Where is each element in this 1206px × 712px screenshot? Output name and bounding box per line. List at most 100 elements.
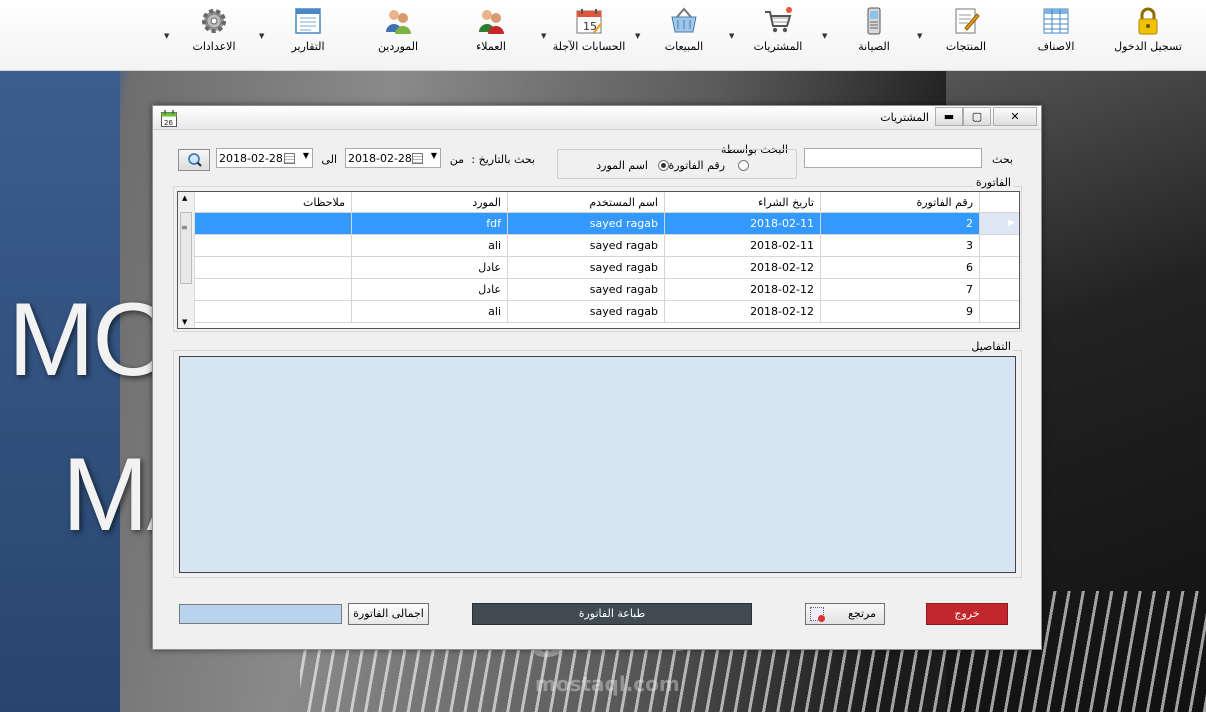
cell-date[interactable]: 2018-02-12 xyxy=(665,301,821,323)
date-search-label: بحث بالتاريخ : xyxy=(471,153,535,166)
current-row-pointer-icon: ▶ xyxy=(1008,218,1015,228)
minimize-button[interactable]: ▬ xyxy=(935,107,963,126)
chevron-down-icon[interactable]: ▼ xyxy=(917,32,922,40)
cell-notes[interactable] xyxy=(195,213,352,235)
cell-invoice-no[interactable]: 7 xyxy=(821,279,980,301)
ribbon-customers[interactable]: العملاء xyxy=(461,6,521,66)
to-date-picker[interactable]: 2018-02-28 ▼ xyxy=(216,148,313,168)
report-icon xyxy=(295,8,321,34)
ribbon-suppliers[interactable]: الموردين xyxy=(368,6,428,66)
suppliers-icon xyxy=(386,10,411,34)
cell-invoice-no[interactable]: 6 xyxy=(821,257,980,279)
table-row[interactable]: fdf sayed ragab 2018-02-11 2 ▶ xyxy=(195,213,1019,235)
chevron-down-icon[interactable]: ▼ xyxy=(822,32,827,40)
row-selector[interactable] xyxy=(980,257,1019,279)
table-row[interactable]: عادل sayed ragab 2018-02-12 7 xyxy=(195,279,1019,301)
search-label: بحث xyxy=(992,153,1013,166)
search-button[interactable] xyxy=(178,149,210,171)
grid-body: fdf sayed ragab 2018-02-11 2 ▶ ali sayed ragab… xyxy=(195,213,1019,323)
row-selector[interactable] xyxy=(980,235,1019,257)
column-header-purchase-date[interactable]: تاريخ الشراء xyxy=(665,192,821,213)
cell-user[interactable]: sayed ragab xyxy=(508,213,665,235)
cell-user[interactable]: sayed ragab xyxy=(508,301,665,323)
chevron-down-icon[interactable]: ▼ xyxy=(259,32,264,40)
cell-invoice-no[interactable]: 2 xyxy=(821,213,980,235)
return-button[interactable]: مرتجع xyxy=(805,603,885,625)
gear-icon xyxy=(202,9,226,33)
from-date-value: 2018-02-28 xyxy=(348,152,412,165)
radio-supplier-name[interactable] xyxy=(658,160,669,171)
maximize-button[interactable]: ▢ xyxy=(963,107,991,126)
ribbon-customers-label: العملاء xyxy=(476,40,506,53)
shopping-cart-icon xyxy=(765,7,792,33)
ribbon-reports[interactable]: التقارير xyxy=(278,6,338,66)
chevron-down-icon[interactable]: ▼ xyxy=(164,32,169,40)
print-invoice-button[interactable]: طباعة الفاتورة xyxy=(472,603,752,625)
cell-date[interactable]: 2018-02-11 xyxy=(665,235,821,257)
chevron-down-icon[interactable]: ▼ xyxy=(635,32,640,40)
basket-icon xyxy=(671,7,697,33)
chevron-down-icon[interactable]: ▼ xyxy=(729,32,734,40)
ribbon-login[interactable]: تسجيل الدخول xyxy=(1112,6,1184,66)
to-label: الى xyxy=(321,153,337,166)
cell-supplier[interactable]: عادل xyxy=(352,279,508,301)
ribbon-deferred-accounts-label: الحسابات الآجلة xyxy=(552,40,626,53)
chevron-down-icon[interactable]: ▼ xyxy=(541,32,546,40)
column-header-user[interactable]: اسم المستخدم xyxy=(508,192,665,213)
cell-supplier[interactable]: عادل xyxy=(352,257,508,279)
cell-notes[interactable] xyxy=(195,235,352,257)
cell-supplier[interactable]: fdf xyxy=(352,213,508,235)
cell-supplier[interactable]: ali xyxy=(352,235,508,257)
row-selector[interactable] xyxy=(980,301,1019,323)
mobile-phone-icon xyxy=(867,7,881,35)
invoice-total-button[interactable]: اجمالى الفاتورة xyxy=(348,603,429,625)
window-titlebar[interactable]: 26 المشتريات ▬ ▢ ✕ xyxy=(153,106,1041,130)
cell-invoice-no[interactable]: 3 xyxy=(821,235,980,257)
app-calendar-icon: 26 xyxy=(161,110,177,127)
row-selector[interactable]: ▶ xyxy=(980,213,1019,235)
search-input[interactable] xyxy=(804,148,982,168)
details-grid[interactable] xyxy=(179,356,1016,573)
window-title: المشتريات xyxy=(880,111,929,124)
ribbon-settings[interactable]: الاعدادات xyxy=(184,6,244,66)
scroll-up-icon[interactable]: ▲ xyxy=(182,194,187,202)
ribbon-products[interactable]: المنتجات xyxy=(936,6,996,66)
close-button[interactable]: ✕ xyxy=(993,107,1037,126)
chevron-down-icon[interactable]: ▼ xyxy=(303,151,309,160)
from-date-picker[interactable]: 2018-02-28 ▼ xyxy=(345,148,441,168)
ribbon-maintenance[interactable]: الصيانة xyxy=(844,6,904,66)
table-row[interactable]: ali sayed ragab 2018-02-12 9 xyxy=(195,301,1019,323)
cell-user[interactable]: sayed ragab xyxy=(508,279,665,301)
column-header-invoice-number[interactable]: رقم الفاتورة xyxy=(821,192,980,213)
chevron-down-icon[interactable]: ▼ xyxy=(431,151,437,160)
cell-notes[interactable] xyxy=(195,257,352,279)
table-row[interactable]: ali sayed ragab 2018-02-11 3 xyxy=(195,235,1019,257)
radio-supplier-name-label[interactable]: اسم المورد xyxy=(596,159,648,172)
cell-user[interactable]: sayed ragab xyxy=(508,257,665,279)
cell-date[interactable]: 2018-02-12 xyxy=(665,279,821,301)
grid-scrollbar[interactable]: ▲ ≡ ▼ xyxy=(178,192,195,328)
cell-supplier[interactable]: ali xyxy=(352,301,508,323)
ribbon-purchases[interactable]: المشتريات xyxy=(748,6,808,66)
purchases-window: 26 المشتريات ▬ ▢ ✕ بحث البحث بواسطة رقم … xyxy=(152,105,1042,650)
cell-date[interactable]: 2018-02-11 xyxy=(665,213,821,235)
cell-date[interactable]: 2018-02-12 xyxy=(665,257,821,279)
ribbon-categories[interactable]: الاصناف xyxy=(1026,6,1086,66)
radio-invoice-number-label[interactable]: رقم الفاتورة xyxy=(668,159,725,172)
ribbon-deferred-accounts[interactable]: 15 الحسابات الآجلة xyxy=(551,6,627,66)
row-selector[interactable] xyxy=(980,279,1019,301)
return-icon xyxy=(810,607,825,622)
ribbon-sales[interactable]: المبيعات xyxy=(654,6,714,66)
radio-invoice-number[interactable] xyxy=(738,160,749,171)
exit-button[interactable]: خروج xyxy=(926,603,1008,625)
ribbon-categories-label: الاصناف xyxy=(1037,40,1075,53)
column-header-supplier[interactable]: المورد xyxy=(352,192,508,213)
ribbon-login-label: تسجيل الدخول xyxy=(1114,40,1182,53)
column-header-notes[interactable]: ملاحظات xyxy=(195,192,352,213)
cell-notes[interactable] xyxy=(195,301,352,323)
table-row[interactable]: عادل sayed ragab 2018-02-12 6 xyxy=(195,257,1019,279)
scroll-down-icon[interactable]: ▼ xyxy=(182,318,187,326)
cell-user[interactable]: sayed ragab xyxy=(508,235,665,257)
cell-invoice-no[interactable]: 9 xyxy=(821,301,980,323)
cell-notes[interactable] xyxy=(195,279,352,301)
